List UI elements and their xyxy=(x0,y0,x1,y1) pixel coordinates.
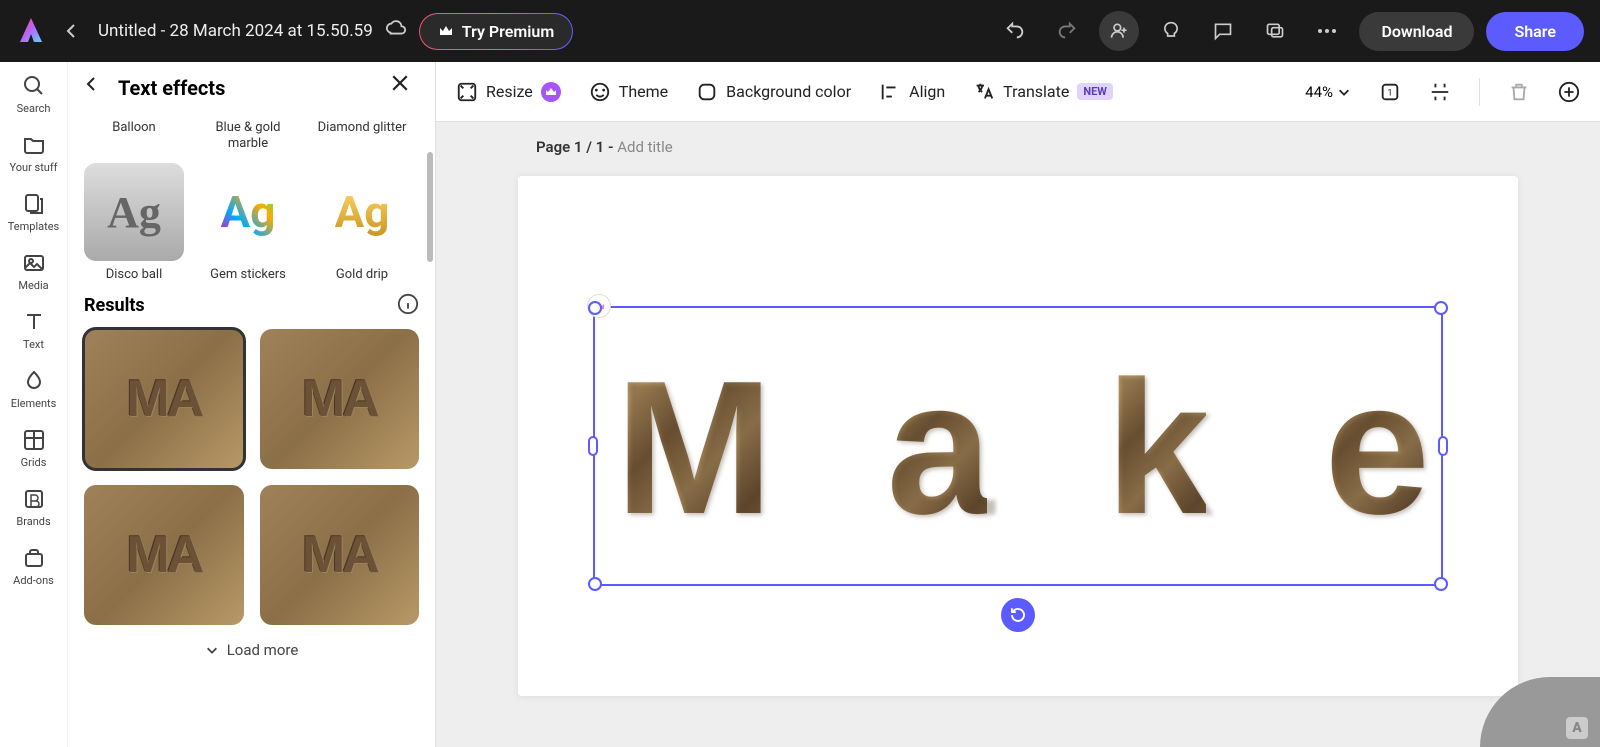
effect-item-disco-ball[interactable]: AgDisco ball xyxy=(84,163,184,283)
tips-button[interactable] xyxy=(1151,11,1191,51)
app-logo[interactable] xyxy=(16,16,46,46)
result-thumb-4[interactable]: MA xyxy=(260,485,420,625)
svg-text:1: 1 xyxy=(1387,88,1392,98)
effect-item-balloon[interactable]: Balloon xyxy=(84,114,184,151)
effect-item-gold-drip[interactable]: AgGold drip xyxy=(312,163,412,283)
back-button[interactable] xyxy=(58,17,86,45)
result-thumb-2[interactable]: MA xyxy=(260,329,420,469)
panel-back-button[interactable] xyxy=(84,76,108,100)
comment-button[interactable] xyxy=(1203,11,1243,51)
tool-fit-view[interactable] xyxy=(1429,81,1451,103)
result-thumb-3[interactable]: MA xyxy=(84,485,244,625)
crown-icon xyxy=(541,82,561,102)
rail-item-your-stuff[interactable]: Your stuff xyxy=(4,133,64,174)
context-toolbar: Resize Theme Background color Align Tran… xyxy=(436,62,1600,122)
share-button[interactable]: Share xyxy=(1486,12,1584,51)
tool-align[interactable]: Align xyxy=(879,81,945,103)
try-premium-label: Try Premium xyxy=(462,22,554,41)
cloud-sync-icon[interactable] xyxy=(385,18,407,44)
effect-item-blue-gold-marble[interactable]: Blue & gold marble xyxy=(198,114,298,151)
load-more-button[interactable]: Load more xyxy=(84,625,419,675)
adobe-logo-icon: A xyxy=(1566,717,1588,739)
rail-item-brands[interactable]: Brands xyxy=(4,487,64,528)
top-bar: Untitled - 28 March 2024 at 15.50.59 Try… xyxy=(0,0,1600,62)
effect-item-gem-stickers[interactable]: AgGem stickers xyxy=(198,163,298,283)
tool-resize[interactable]: Resize xyxy=(456,81,561,103)
design-canvas[interactable]: Make xyxy=(518,176,1518,696)
regenerate-button[interactable] xyxy=(1001,598,1035,632)
tool-add-page[interactable] xyxy=(1558,81,1580,103)
results-info-icon[interactable] xyxy=(397,293,419,319)
effect-item-diamond-glitter[interactable]: Diamond glitter xyxy=(312,114,412,151)
canvas-text-element[interactable]: Make xyxy=(615,328,1425,568)
selection-box[interactable]: Make xyxy=(593,306,1443,586)
resize-handle-br[interactable] xyxy=(1434,577,1448,591)
canvas-area: Resize Theme Background color Align Tran… xyxy=(436,62,1600,747)
resize-handle-tr[interactable] xyxy=(1434,301,1448,315)
invite-people-button[interactable] xyxy=(1099,11,1139,51)
result-thumb-1[interactable]: MA xyxy=(84,329,244,469)
panel-close-button[interactable] xyxy=(391,74,419,102)
left-rail: Search Your stuff Templates Media Text E… xyxy=(0,62,68,747)
zoom-control[interactable]: 44% xyxy=(1305,83,1351,101)
rail-item-elements[interactable]: Elements xyxy=(4,369,64,410)
panel-scrollbar[interactable] xyxy=(427,152,433,262)
present-button[interactable] xyxy=(1255,11,1295,51)
page-info[interactable]: Page 1 / 1 - Add title xyxy=(436,122,1600,156)
more-menu-button[interactable] xyxy=(1307,11,1347,51)
rail-item-text[interactable]: Text xyxy=(4,310,64,351)
rail-item-grids[interactable]: Grids xyxy=(4,428,64,469)
results-title: Results xyxy=(84,295,397,316)
redo-button[interactable] xyxy=(1047,11,1087,51)
side-panel: Text effects Balloon Blue & gold marble … xyxy=(68,62,436,747)
resize-handle-tl[interactable] xyxy=(588,301,602,315)
tool-background-color[interactable]: Background color xyxy=(696,81,851,103)
rail-item-templates[interactable]: Templates xyxy=(4,192,64,233)
resize-handle-bl[interactable] xyxy=(588,577,602,591)
undo-button[interactable] xyxy=(995,11,1035,51)
try-premium-button[interactable]: Try Premium xyxy=(419,13,573,50)
download-button[interactable]: Download xyxy=(1359,12,1474,51)
rail-item-addons[interactable]: Add-ons xyxy=(4,546,64,587)
new-badge: NEW xyxy=(1077,83,1113,100)
panel-title: Text effects xyxy=(118,76,381,100)
rail-item-media[interactable]: Media xyxy=(4,251,64,292)
tool-pages-view[interactable]: 1 xyxy=(1379,81,1401,103)
rail-item-search[interactable]: Search xyxy=(4,74,64,115)
resize-handle-mr[interactable] xyxy=(1438,436,1448,456)
resize-handle-ml[interactable] xyxy=(588,436,598,456)
tool-theme[interactable]: Theme xyxy=(589,81,668,103)
tool-delete[interactable] xyxy=(1508,81,1530,103)
document-title[interactable]: Untitled - 28 March 2024 at 15.50.59 xyxy=(98,21,373,41)
tool-translate[interactable]: Translate NEW xyxy=(973,81,1113,103)
